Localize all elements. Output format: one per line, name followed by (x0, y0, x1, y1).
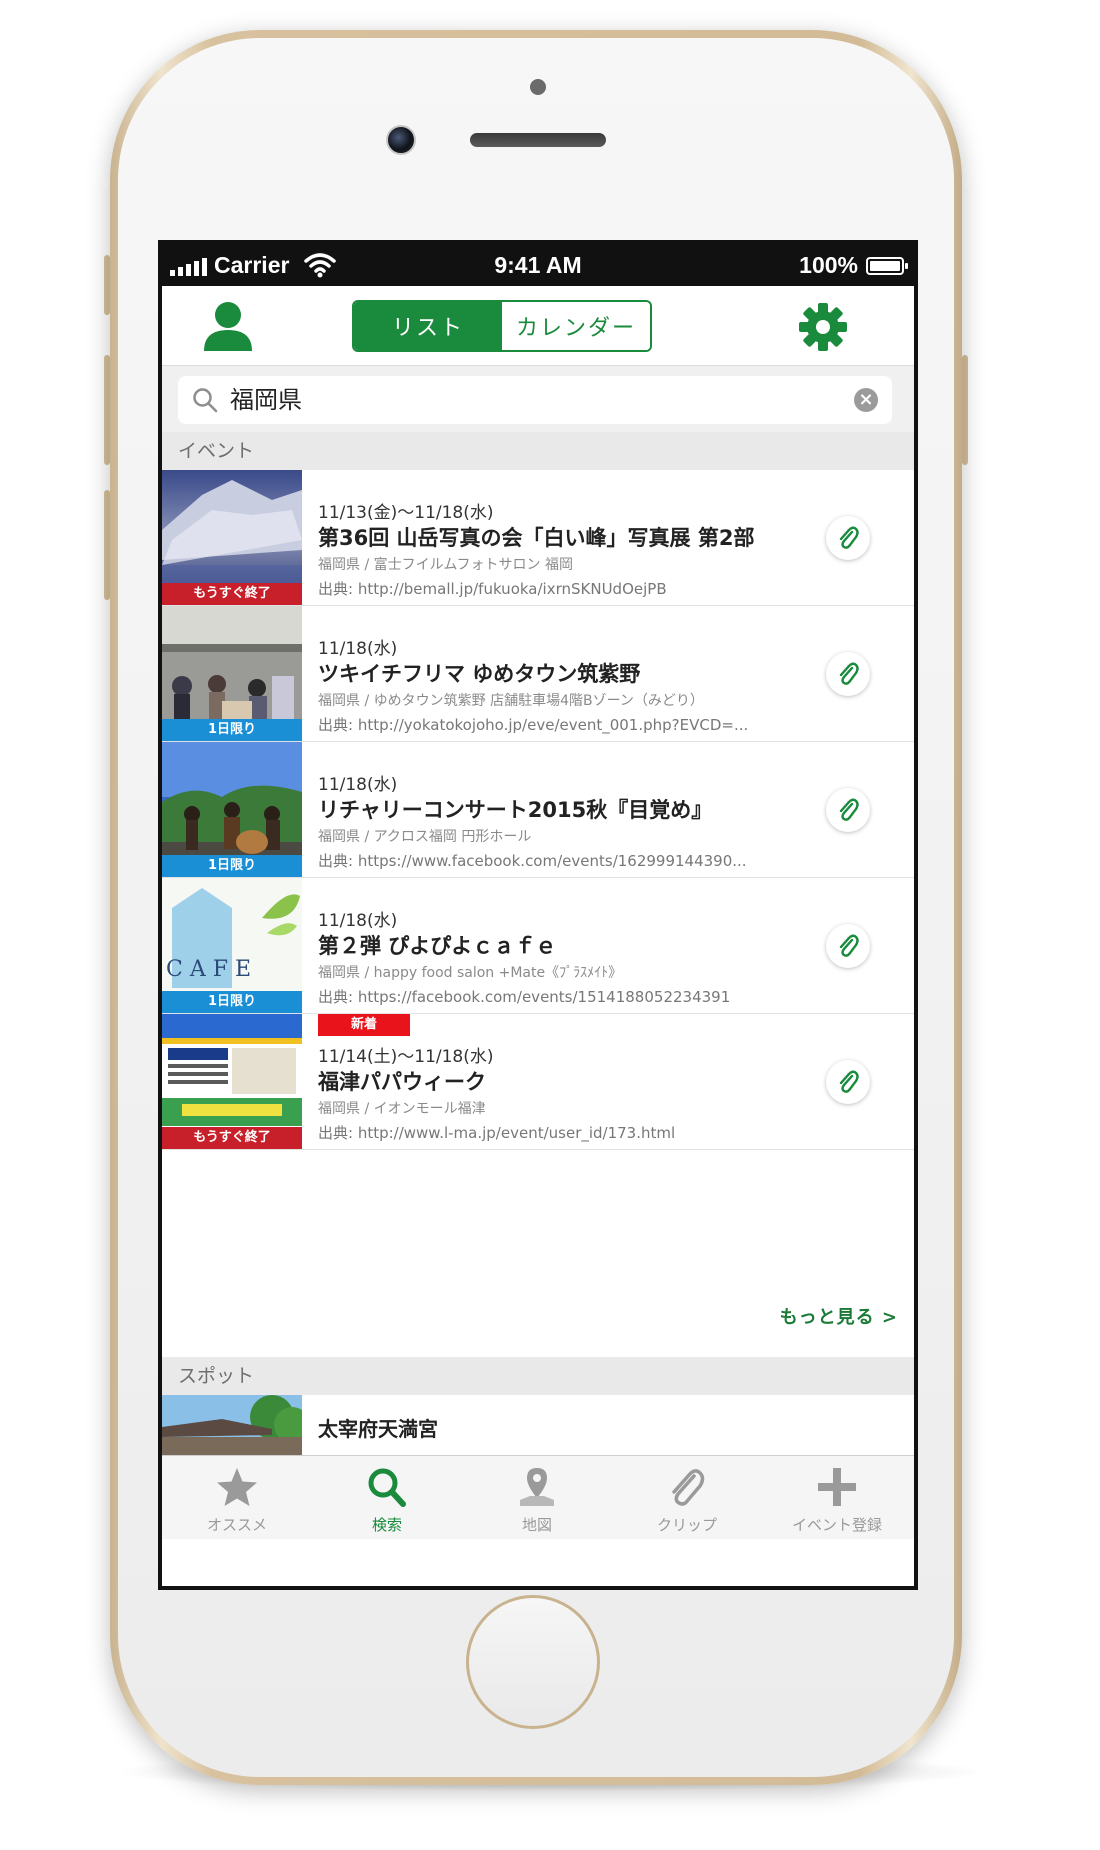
segment-calendar[interactable]: カレンダー (502, 302, 650, 350)
power-button (962, 355, 968, 465)
tab-search[interactable]: 検索 (312, 1456, 462, 1540)
paperclip-icon (839, 934, 859, 957)
event-thumbnail: 1日限り (162, 742, 302, 877)
gear-icon[interactable] (798, 302, 848, 352)
more-row: もっと見る > (162, 1281, 914, 1357)
tab-bar: オススメ 検索 地図 クリップ イベント登録 (162, 1455, 914, 1539)
event-venue: 福岡県 / 富士フイルムフォトサロン 福岡 (318, 557, 573, 573)
event-source: 出典: https://facebook.com/events/15141880… (318, 988, 731, 1006)
paperclip-icon (672, 1469, 705, 1506)
tab-label: 検索 (371, 1516, 402, 1534)
event-thumbnail: 1日限り (162, 606, 302, 741)
tab-clip[interactable]: クリップ (612, 1456, 762, 1540)
ending-soon-badge: もうすぐ終了 (162, 583, 302, 605)
shrine-photo (162, 1395, 302, 1455)
view-mode-segmented-control: リスト カレンダー (352, 300, 652, 352)
event-date: 11/18(水) (318, 775, 398, 795)
search-input[interactable] (230, 376, 790, 424)
search-box: × (178, 376, 892, 424)
status-bar: Carrier 9:41 AM 100% (162, 244, 914, 286)
event-date: 11/18(水) (318, 639, 398, 659)
events-section-header: イベント (162, 432, 914, 470)
event-title: リチャリーコンサート2015秋『目覚め』 (318, 798, 713, 822)
battery-icon (866, 257, 908, 275)
paperclip-icon (839, 526, 859, 549)
star-icon (217, 1468, 257, 1506)
search-icon (368, 1468, 406, 1507)
spot-title: 太宰府天満宮 (318, 1417, 438, 1441)
event-list-item[interactable]: 1日限り 11/18(水) リチャリーコンサート2015秋『目覚め』 福岡県 /… (162, 742, 914, 878)
new-badge: 新着 (318, 1014, 410, 1036)
event-venue: 福岡県 / アクロス福岡 円形ホール (318, 829, 532, 845)
tab-label: 地図 (521, 1516, 552, 1534)
event-source: 出典: http://bemall.jp/fukuoka/ixrnSKNUdOe… (318, 580, 667, 598)
tab-map[interactable]: 地図 (462, 1456, 612, 1540)
paperclip-icon (839, 1070, 859, 1093)
event-title: 福津パパウィーク (318, 1070, 486, 1094)
event-thumbnail: C A F E 1日限り (162, 878, 302, 1013)
spots-section-header: スポット (162, 1357, 914, 1395)
paperclip-icon (839, 662, 859, 685)
event-title: 第２弾 ぴよぴよｃａｆｅ (318, 934, 557, 958)
search-area: × (162, 366, 914, 432)
user-profile-icon[interactable] (200, 299, 256, 353)
event-list-item[interactable]: もうすぐ終了 11/13(金)〜11/18(水) 第36回 山岳写真の会「白い峰… (162, 470, 914, 606)
plus-icon (818, 1468, 856, 1506)
one-day-only-badge: 1日限り (162, 991, 302, 1013)
clip-button[interactable] (826, 1060, 870, 1104)
event-title: 第36回 山岳写真の会「白い峰」写真展 第2部 (318, 526, 755, 550)
event-date: 11/18(水) (318, 911, 398, 931)
event-date: 11/13(金)〜11/18(水) (318, 503, 494, 523)
event-date: 11/14(土)〜11/18(水) (318, 1047, 494, 1067)
tab-recommended[interactable]: オススメ (162, 1456, 312, 1540)
tab-label: クリップ (656, 1516, 717, 1534)
segment-list[interactable]: リスト (354, 302, 502, 350)
event-venue: 福岡県 / ゆめタウン筑紫野 店舗駐車場4階Bゾーン（みどり） (318, 693, 704, 709)
front-camera (386, 125, 416, 155)
event-source: 出典: https://www.facebook.com/events/1629… (318, 852, 747, 870)
map-pin-icon (520, 1468, 554, 1506)
one-day-only-badge: 1日限り (162, 719, 302, 741)
event-list-item[interactable]: もうすぐ終了 新着 11/14(土)〜11/18(水) 福津パパウィーク 福岡県… (162, 1014, 914, 1150)
event-thumbnail: もうすぐ終了 (162, 470, 302, 605)
proximity-sensor (530, 79, 546, 95)
earpiece-speaker (470, 133, 606, 147)
clip-button[interactable] (826, 516, 870, 560)
event-title: ツキイチフリマ ゆめタウン筑紫野 (318, 662, 641, 686)
battery-percent: 100% (799, 252, 858, 278)
clip-button[interactable] (826, 924, 870, 968)
event-source: 出典: http://www.l-ma.jp/event/user_id/173… (318, 1124, 676, 1142)
tab-label: オススメ (206, 1516, 267, 1534)
app-screen: Carrier 9:41 AM 100% リスト カレンダー 福岡県 × イベン… (158, 240, 918, 1590)
clip-button[interactable] (826, 788, 870, 832)
event-thumbnail: もうすぐ終了 (162, 1014, 302, 1149)
search-icon (193, 388, 218, 413)
tab-register-event[interactable]: イベント登録 (762, 1456, 912, 1540)
one-day-only-badge: 1日限り (162, 855, 302, 877)
tab-label: イベント登録 (791, 1516, 882, 1534)
event-venue: 福岡県 / イオンモール福津 (318, 1101, 486, 1117)
clear-search-icon[interactable]: × (854, 388, 878, 412)
event-list-item[interactable]: 1日限り 11/18(水) ツキイチフリマ ゆめタウン筑紫野 福岡県 / ゆめタ… (162, 606, 914, 742)
svg-text:C A F E: C A F E (166, 957, 251, 982)
paperclip-icon (839, 798, 859, 821)
clip-button[interactable] (826, 652, 870, 696)
event-list-item[interactable]: C A F E 1日限り 11/18(水) 第２弾 ぴよぴよｃａｆｅ 福岡県 /… (162, 878, 914, 1014)
ending-soon-badge: もうすぐ終了 (162, 1127, 302, 1149)
event-source: 出典: http://yokatokojoho.jp/eve/event_001… (318, 716, 749, 734)
home-button[interactable] (466, 1595, 600, 1729)
spot-list-item[interactable]: 太宰府天満宮 (162, 1395, 914, 1455)
nav-bar: リスト カレンダー (162, 286, 914, 366)
see-more-link[interactable]: もっと見る > (780, 1303, 898, 1329)
event-venue: 福岡県 / happy food salon +Mate《ﾌﾟﾗｽﾒｲﾄ》 (318, 965, 623, 981)
